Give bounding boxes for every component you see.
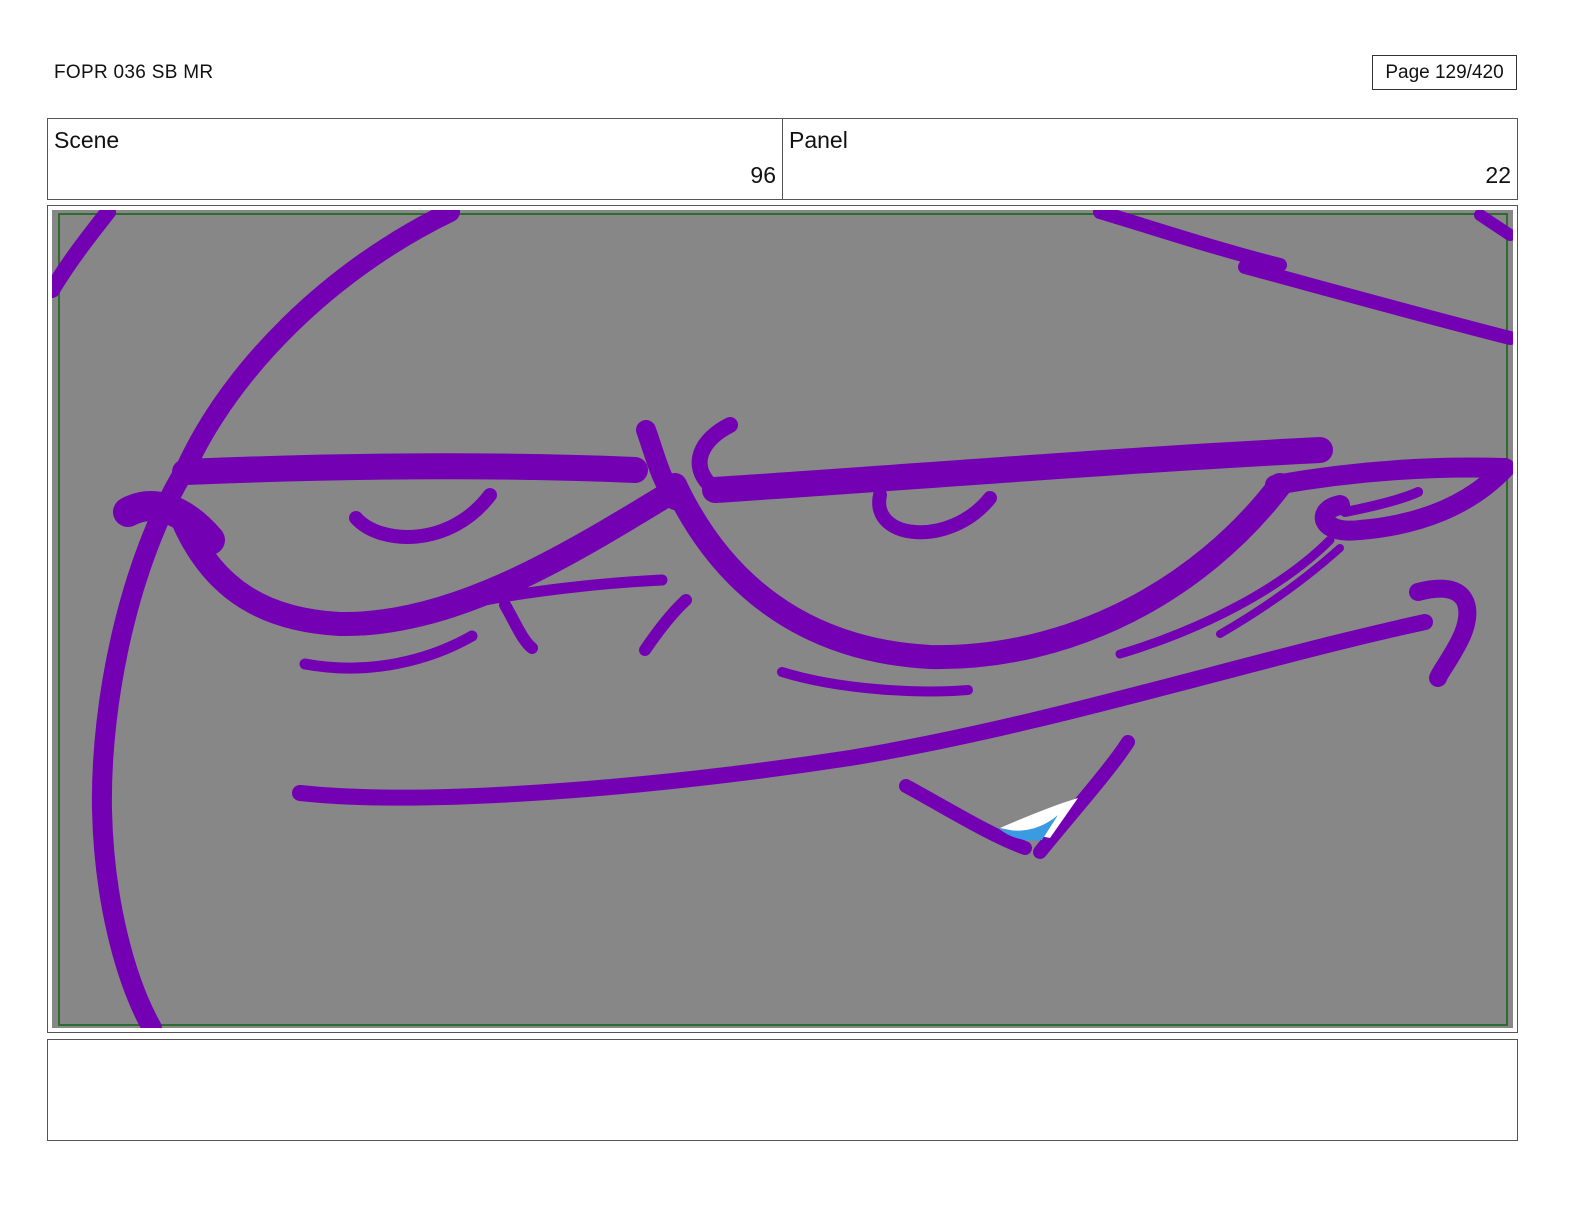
document-title: FOPR 036 SB MR bbox=[54, 62, 214, 83]
storyboard-sketch bbox=[52, 210, 1513, 1028]
panel-number: 22 bbox=[1485, 162, 1511, 188]
notes-box bbox=[47, 1039, 1518, 1141]
panel-cell: Panel 22 bbox=[782, 119, 1517, 199]
scene-panel-info-row: Scene 96 Panel 22 bbox=[47, 118, 1518, 200]
scene-number: 96 bbox=[750, 162, 776, 188]
scene-cell: Scene 96 bbox=[48, 119, 782, 199]
panel-label: Panel bbox=[789, 127, 848, 153]
left-lens-top-stroke bbox=[172, 453, 648, 485]
scene-label: Scene bbox=[54, 127, 120, 153]
page-number-badge: Page 129/420 bbox=[1372, 55, 1517, 90]
storyboard-panel-frame bbox=[47, 205, 1518, 1033]
